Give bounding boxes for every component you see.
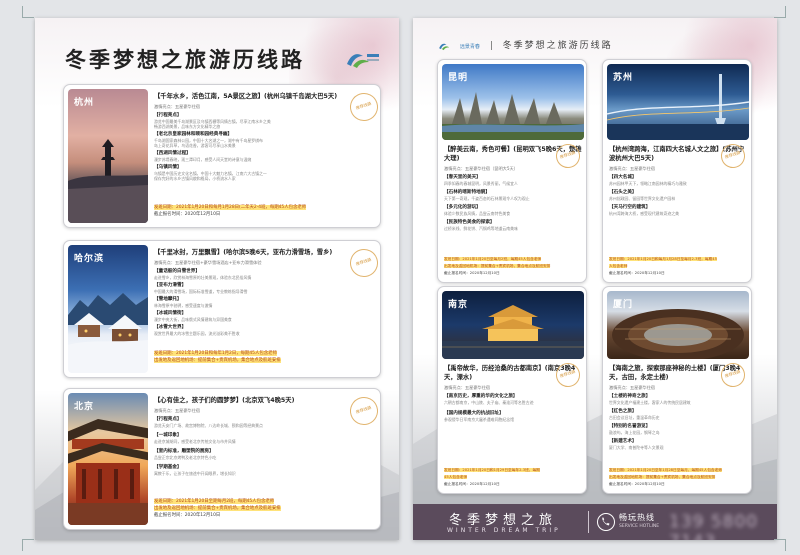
section-text: 参观侵华日军南京大屠杀遇难同胞纪念馆 xyxy=(444,417,515,422)
city-tag: 苏州 xyxy=(613,73,634,83)
deadline: 截止报名时间：2020年12月10日 xyxy=(154,513,221,518)
section-text: 漫步中央大街，品味俄式风情建筑与异国美食 xyxy=(154,317,232,322)
route-photo-beijing: 北京 xyxy=(68,393,148,525)
route-subtitle: 激情亮点：五星豪华住宿 xyxy=(609,385,656,390)
section-text: 林海雪原中驰骋，感受速度与激情 xyxy=(154,303,213,308)
departure-airport: 出发地及返回地机场：提前集合+贵宾机场，集合地点及航班安排 xyxy=(154,506,281,511)
departure-dates: 发班日期：2021年1月20日和每月1月28日至每月2-3班，每期45 xyxy=(609,257,717,261)
route-subtitle: 激情亮点：五星豪华住宿 xyxy=(444,385,491,390)
section-text: 品尝正宗北京烤鸭及老北京特色小吃 xyxy=(154,455,217,460)
section-text: 苏州拙政园、留园等世界文化遗产园林 xyxy=(609,196,676,201)
header-divider xyxy=(490,41,492,50)
page-header: 远景青春 冬季梦想之旅游历线路 xyxy=(437,38,613,51)
brand-name: 远景青春 xyxy=(459,44,480,50)
section-text: 中国最大的滑雪场，国际标准雪道，专业教练指导滑雪 xyxy=(154,289,248,294)
section-text: 走进京城胡同，感受老北京传统文化与市井风情 xyxy=(154,439,236,444)
footer-divider xyxy=(588,511,589,533)
route-card-hangzhou[interactable]: 杭州 【千年水乡，活色江南，5A景区之旅】(杭州乌镇千岛湖大巴5天) 激情亮点：… xyxy=(63,84,382,228)
brand-logo-icon xyxy=(439,43,450,50)
section-text: 走进雪乡，欣赏林海雪原的壮美景观，体验东北民俗风情 xyxy=(154,275,252,280)
city-tag: 哈尔滨 xyxy=(74,254,105,264)
city-tag: 昆明 xyxy=(448,73,469,83)
crop-mark xyxy=(22,539,34,551)
route-subtitle: 激情亮点：五星豪华住宿 xyxy=(154,408,201,413)
deadline: 截止报名时间：2020年12月10日 xyxy=(609,271,665,275)
departure-airport: 出发地及返回地机场：提前集合+贵宾机场，集合地点及航班安排 xyxy=(444,264,551,268)
section-text: 天下第一奇观，千姿百态的石林景观令人叹为观止 xyxy=(444,196,530,201)
route-title: 【千年水乡，活色江南，5A景区之旅】(杭州乌镇千岛湖大巴5天) xyxy=(154,93,338,100)
section-text: 保存完好的水乡古镇风貌和格局，小桥流水人家 xyxy=(154,176,236,181)
route-subtitle: 激情亮点：五星豪华住宿 xyxy=(609,166,656,171)
route-card-harbin[interactable]: 哈尔滨 【千里冰封，万里飘雪】(哈尔滨5晚6天，亚布力滑雪场，雪乡) 激情亮点：… xyxy=(63,240,382,378)
route-photo-harbin: 哈尔滨 xyxy=(68,245,148,373)
route-photo-hangzhou: 杭州 xyxy=(68,89,148,223)
page-title: 冬季梦想之旅游历线路 xyxy=(65,47,305,72)
route-title: 【心有佳之，孩子们的圆梦梦】(北京双飞4晚5天) xyxy=(154,397,295,404)
route-photo-nanjing: 南京 xyxy=(442,291,584,359)
footer-title: 冬季梦想之旅 xyxy=(449,513,558,528)
section-text: 体验少数民族风情，品尝云南特色美食 xyxy=(444,211,511,216)
departure-group: 45人包含老师 xyxy=(444,475,468,479)
route-card-xiamen[interactable]: 厦门 【海南之旅，探索那座神秘的土楼】(厦门3晚4天，古田，永定土楼) 激情亮点… xyxy=(602,286,752,494)
departure-dates: 发班日期：2021年1月20日至年1月28日至每月，每期45人包含老师 xyxy=(609,468,722,472)
city-tag: 北京 xyxy=(74,402,95,412)
footer-subtitle: WINTER DREAM TRIP xyxy=(447,527,561,534)
section-text: 六朝古都南京，中山陵、夫子庙、秦淮河等名胜古迹 xyxy=(444,400,534,405)
section-text: 过桥米线、鲜花饼、汽锅鸡等地道云南美味 xyxy=(444,226,518,231)
section-text: 岛上奇花异草，鸟语花香，游客可尽享山水美景 xyxy=(154,143,236,148)
route-photo-suzhou: 苏州 xyxy=(607,64,749,140)
deadline: 截止报名时间：2020年12月10日 xyxy=(444,271,500,275)
departure-dates: 发班日期：2021年1月20日和每月1月28日(二年天2-4班，每期45人包含老… xyxy=(154,205,307,210)
city-tag: 厦门 xyxy=(613,300,634,310)
footer-bar: 冬季梦想之旅 WINTER DREAM TRIP 畅玩热线 SERVICE HO… xyxy=(413,504,777,540)
brand-logo-icon xyxy=(347,54,379,68)
crop-mark xyxy=(774,6,786,18)
departure-group: 人包含老师 xyxy=(609,264,628,268)
crop-mark xyxy=(774,539,786,551)
deadline: 截止报名时间：2020年12月10日 xyxy=(154,212,221,217)
departure-dates: 发班日期：2021年1月20日和每年1月2日，每期45人包含老师 xyxy=(154,351,277,356)
section-text: 观赏世界最大的冰雪主题乐园，流光溢彩美不胜收 xyxy=(154,331,240,336)
departure-dates: 发班日期：2021年1月20日至期每月2班，每期45人包含老师 xyxy=(154,499,275,504)
section-text: 鼓浪屿，海上花园，钢琴之岛 xyxy=(609,430,660,435)
hotline-number[interactable]: 139 5800 7143 xyxy=(669,512,777,540)
hotline-label: 畅玩热线 xyxy=(619,513,655,522)
city-tag: 南京 xyxy=(448,300,469,310)
route-card-beijing[interactable]: 北京 【心有佳之，孩子们的圆梦梦】(北京双飞4晚5天) 激情亮点：五星豪华住宿 … xyxy=(63,388,382,530)
section-text: 畅游西湖美景，品味东方文化精华之旅 xyxy=(154,124,221,129)
departure-airport: 出发地及返回地机场：提前集合+贵宾机场，集合地点及航班安排 xyxy=(154,358,281,363)
phone-icon xyxy=(597,513,615,531)
flyer-page-left: 冬季梦想之旅游历线路 杭州 【千年水乡，活色江南，5A景区之旅】(杭州乌镇千岛湖… xyxy=(35,18,399,540)
route-card-suzhou[interactable]: 苏州 【杭州湾跨海，江南四大名城人文之旅】(苏州宁波杭州大巴5天) 激情亮点：五… xyxy=(602,59,752,283)
departure-dates: 发班日期：2021年1月20日和1月29日至每年2-3班，每期 xyxy=(444,468,540,472)
section-text: 游览天安门广场、故宫博物院、八达岭长城、颐和园等经典景点 xyxy=(154,423,263,428)
route-card-kunming[interactable]: 昆明 【醉美云南，秀色可餐】(昆明双飞5晚6天，楚雄大理) 激情亮点：五星豪华住… xyxy=(437,59,587,283)
section-text: 漫步苏堤春晓，观三潭印月，感受人间天堂的诗意与温婉 xyxy=(154,157,252,162)
page-title: 冬季梦想之旅游历线路 xyxy=(502,41,613,51)
route-subtitle: 激情亮点：五星豪华住宿 xyxy=(154,104,201,109)
departure-airport: 出发地及返回地机场：提前集合+贵宾机场，集合地点及航班安排 xyxy=(609,475,716,479)
section-text: 寓教于乐，让孩子在旅途中开阔眼界，增长知识 xyxy=(154,471,236,476)
section-text: 古田会议旧址，重温革命历史 xyxy=(609,415,660,420)
route-card-nanjing[interactable]: 南京 【禹帝故华，历经沧桑的古都南京】(南京3晚4天，溧水) 激情亮点：五星豪华… xyxy=(437,286,587,494)
route-subtitle: 激情亮点：五星豪华住宿+豪华雪场酒店+亚布力滑雪体验 xyxy=(154,260,262,265)
city-tag: 杭州 xyxy=(74,98,95,108)
flyer-page-right: 远景青春 冬季梦想之旅游历线路 昆明 【醉美云南，秀色可餐】(昆明双飞5晚6天，… xyxy=(413,18,777,540)
section-text: 世界文化遗产福建土楼，客家人的传统民居建筑 xyxy=(609,400,691,405)
hotline-sublabel: SERVICE HOTLINE xyxy=(619,524,660,529)
route-title: 【千里冰封，万里飘雪】(哈尔滨5晚6天，亚布力滑雪场，雪乡) xyxy=(154,249,333,256)
deadline: 截止报名时间：2020年12月10日 xyxy=(609,482,665,486)
deadline: 截止报名时间：2020年12月10日 xyxy=(444,482,500,486)
crop-mark xyxy=(22,6,34,18)
section-text: 苏州园林甲天下，领略江南园林的精巧与雅致 xyxy=(609,181,687,186)
route-photo-kunming: 昆明 xyxy=(442,64,584,140)
section-text: 厦门大学、南普陀寺等人文景观 xyxy=(609,445,664,450)
route-subtitle: 激情亮点：五星豪华住宿（昆明大5天） xyxy=(444,166,518,171)
route-photo-xiamen: 厦门 xyxy=(607,291,749,359)
departure-dates: 发班日期：2021年1月20日至每月2班，每期45人包含老师 xyxy=(444,257,542,261)
section-text: 四季如春的春城昆明，风景秀丽，气候宜人 xyxy=(444,181,518,186)
section-text: 杭州湾跨海大桥，感受现代建筑奇迹之美 xyxy=(609,211,680,216)
